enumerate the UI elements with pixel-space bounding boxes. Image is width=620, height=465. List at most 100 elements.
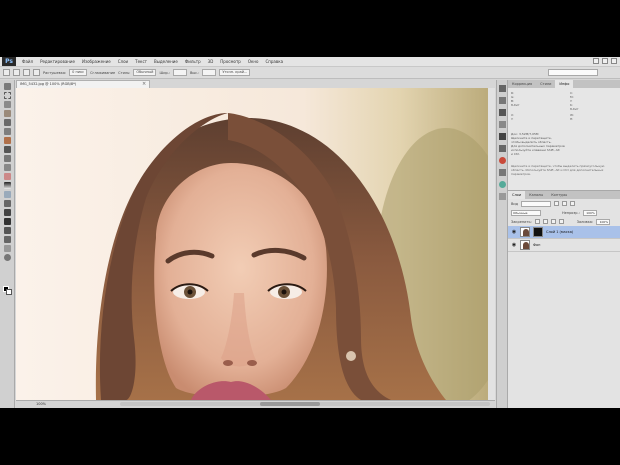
document-tab[interactable]: IMG_5432.jpg @ 100% (RGB/8*) xyxy=(16,80,150,88)
gradient-tool-icon[interactable] xyxy=(3,182,11,189)
info-panel-tabs: Коррекция Стили Инфо xyxy=(508,80,620,88)
paragraph-panel-icon[interactable] xyxy=(498,145,506,152)
info-hint-text: Щелкните и перетащите, чтобы выделить пр… xyxy=(511,164,605,176)
blur-tool-icon[interactable] xyxy=(3,191,11,198)
pen-tool-icon[interactable] xyxy=(3,209,11,216)
menu-bar: Ps Файл Редактирование Изображение Слои … xyxy=(0,57,620,67)
healing-brush-tool-icon[interactable] xyxy=(3,137,11,144)
width-input[interactable] xyxy=(173,69,187,76)
scrollbar-thumb[interactable] xyxy=(260,402,320,406)
layer-name: Фон xyxy=(533,243,541,247)
filter-adjustment-icon[interactable] xyxy=(562,201,568,206)
close-tab-icon[interactable]: × xyxy=(142,81,146,87)
style-select[interactable]: Обычный xyxy=(133,69,157,76)
crop-tool-icon[interactable] xyxy=(3,119,11,126)
menu-3d[interactable]: 3D xyxy=(208,59,214,64)
lock-position-icon[interactable] xyxy=(550,219,556,224)
color-panel-icon[interactable] xyxy=(498,157,506,164)
lock-transparency-icon[interactable] xyxy=(534,219,540,224)
move-tool-icon[interactable] xyxy=(3,83,11,90)
menu-file[interactable]: Файл xyxy=(22,59,33,64)
menu-window[interactable]: Окно xyxy=(248,59,259,64)
blend-mode-value: Обычные xyxy=(513,210,528,215)
zoom-tool-icon[interactable] xyxy=(3,254,11,261)
tab-layers[interactable]: Слои xyxy=(508,191,526,199)
workspace-switcher[interactable] xyxy=(548,69,598,76)
history-brush-tool-icon[interactable] xyxy=(3,164,11,171)
visibility-eye-icon[interactable]: ◉ xyxy=(511,229,517,235)
lasso-tool-icon[interactable] xyxy=(3,101,11,108)
antialias-checkbox[interactable]: Сглаживание xyxy=(90,71,115,75)
info-panel: R: G: B: 8-бит C: M: Y: K: 8-бит X: Y: W… xyxy=(508,88,620,191)
brush-tool-icon[interactable] xyxy=(3,146,11,153)
zoom-level: 100% xyxy=(36,402,47,406)
document-canvas[interactable] xyxy=(16,88,495,400)
opacity-input[interactable]: 100% xyxy=(582,209,597,216)
menu-image[interactable]: Изображение xyxy=(82,59,111,64)
menu-help[interactable]: Справка xyxy=(265,59,283,64)
feather-input[interactable]: 0 пикс xyxy=(69,69,88,76)
background-color-swatch[interactable] xyxy=(6,289,12,295)
tab-channels[interactable]: Каналы xyxy=(525,191,547,199)
kind-filter-select[interactable] xyxy=(521,200,552,207)
swatches-panel-icon[interactable] xyxy=(498,169,506,176)
layers-panel-tabs: Слои Каналы Контуры xyxy=(508,191,620,199)
menu-layer[interactable]: Слои xyxy=(118,59,128,64)
layer-row-background[interactable]: ◉ Фон xyxy=(508,239,620,252)
new-selection-icon[interactable] xyxy=(13,69,20,76)
hand-tool-icon[interactable] xyxy=(3,245,11,252)
brush-panel-icon[interactable] xyxy=(498,109,506,116)
eraser-tool-icon[interactable] xyxy=(3,173,11,180)
clone-source-panel-icon[interactable] xyxy=(498,121,506,128)
close-window-button[interactable] xyxy=(611,58,617,64)
path-select-tool-icon[interactable] xyxy=(3,227,11,234)
style-label: Стиль: xyxy=(118,70,131,75)
menu-view[interactable]: Просмотр xyxy=(220,59,241,64)
tool-preset-icon[interactable] xyxy=(3,69,10,76)
info-doc-lines: Док: 3,52М/7,05М Щелкните и перетащите, … xyxy=(511,132,565,156)
fill-input[interactable]: 100% xyxy=(596,218,611,225)
height-input[interactable] xyxy=(202,69,217,76)
minimize-button[interactable] xyxy=(593,58,599,64)
clone-stamp-tool-icon[interactable] xyxy=(3,155,11,162)
add-selection-icon[interactable] xyxy=(23,69,30,76)
feather-label: Растушевка: xyxy=(43,70,67,75)
lock-pixels-icon[interactable] xyxy=(542,219,548,224)
menu-edit[interactable]: Редактирование xyxy=(40,59,75,64)
dodge-tool-icon[interactable] xyxy=(3,200,11,207)
lock-all-icon[interactable] xyxy=(558,219,564,224)
refine-edge-button[interactable]: Уточн. край... xyxy=(219,69,251,76)
tab-paths[interactable]: Контуры xyxy=(547,191,571,199)
layer-row-1[interactable]: ◉ Слой 1 (маска) xyxy=(508,226,620,239)
tab-adjustments[interactable]: Коррекция xyxy=(508,80,536,88)
filter-type-icon[interactable] xyxy=(570,201,576,206)
actions-panel-icon[interactable] xyxy=(498,97,506,104)
menu-select[interactable]: Выделение xyxy=(154,59,178,64)
canvas-horizontal-scrollbar[interactable] xyxy=(120,402,490,406)
eyedropper-tool-icon[interactable] xyxy=(3,128,11,135)
masks-panel-icon[interactable] xyxy=(498,193,506,200)
layer-name: Слой 1 (маска) xyxy=(546,230,574,234)
quick-select-tool-icon[interactable] xyxy=(3,110,11,117)
menu-type[interactable]: Текст xyxy=(135,59,147,64)
marquee-tool-icon[interactable] xyxy=(3,92,11,99)
canvas-vertical-scrollbar[interactable] xyxy=(488,88,495,400)
history-panel-icon[interactable] xyxy=(498,85,506,92)
type-tool-icon[interactable] xyxy=(3,218,11,225)
filter-pixel-icon[interactable] xyxy=(554,201,560,206)
kind-label: Вид xyxy=(511,201,519,206)
visibility-eye-icon[interactable]: ◉ xyxy=(511,242,517,248)
tab-info[interactable]: Инфо xyxy=(555,80,574,88)
options-bar: Растушевка: 0 пикс Сглаживание Стиль: Об… xyxy=(0,67,620,79)
adjustments-panel-icon[interactable] xyxy=(498,181,506,188)
layer-mask-thumbnail[interactable] xyxy=(533,227,543,237)
tab-styles[interactable]: Стили xyxy=(536,80,555,88)
subtract-selection-icon[interactable] xyxy=(33,69,40,76)
menu-filter[interactable]: Фильтр xyxy=(185,59,201,64)
shape-tool-icon[interactable] xyxy=(3,236,11,243)
character-panel-icon[interactable] xyxy=(498,133,506,140)
blend-mode-select[interactable]: Обычные xyxy=(511,209,541,216)
layer-thumbnail xyxy=(520,227,530,237)
tools-panel xyxy=(0,80,15,408)
maximize-button[interactable] xyxy=(602,58,608,64)
